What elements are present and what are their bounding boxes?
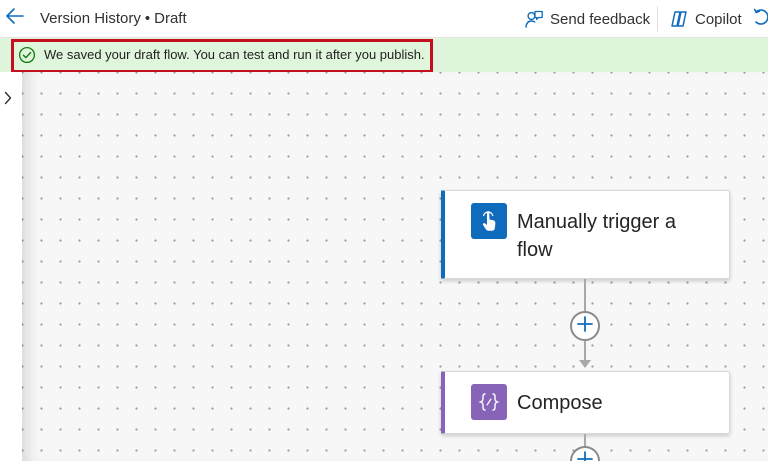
top-bar: Version History • Draft Send feedback Copi… (0, 0, 768, 38)
back-button[interactable] (2, 5, 28, 31)
page-title: Version History • Draft (40, 10, 187, 27)
curly-braces-icon (471, 384, 507, 420)
send-feedback-button[interactable]: Send feedback (524, 0, 650, 38)
chevron-right-icon (4, 91, 12, 110)
undo-icon (753, 8, 768, 31)
undo-button[interactable] (753, 0, 768, 38)
banner-message: We saved your draft flow. You can test a… (44, 47, 425, 62)
arrow-left-icon (6, 7, 24, 29)
compose-card-title: Compose (517, 392, 603, 414)
trigger-card-title: Manually trigger a flow (517, 211, 676, 261)
connector-line (584, 341, 586, 361)
copilot-button[interactable]: Copilot (669, 0, 742, 38)
trigger-card[interactable]: Manually trigger a flow (441, 190, 730, 279)
touch-hand-icon (471, 203, 507, 239)
flow-editor: Version History • Draft Send feedback Copi… (0, 0, 768, 461)
plus-icon (577, 450, 593, 461)
person-feedback-icon (524, 9, 544, 29)
add-action-button[interactable] (570, 311, 600, 341)
expand-panel-button[interactable] (0, 90, 16, 110)
title-label: Version History (40, 10, 141, 27)
plus-icon (577, 315, 593, 337)
compose-card[interactable]: Compose (441, 371, 730, 434)
copilot-icon (669, 9, 689, 29)
copilot-label: Copilot (695, 10, 742, 28)
send-feedback-label: Send feedback (550, 10, 651, 28)
title-separator: • (144, 10, 151, 27)
left-panel-collapsed (0, 72, 22, 461)
checkmark-circle-icon (18, 46, 36, 64)
toolbar-divider (657, 6, 658, 32)
connector-arrow-icon (579, 360, 591, 368)
draft-status: Draft (154, 10, 187, 27)
connector-line (584, 279, 586, 311)
